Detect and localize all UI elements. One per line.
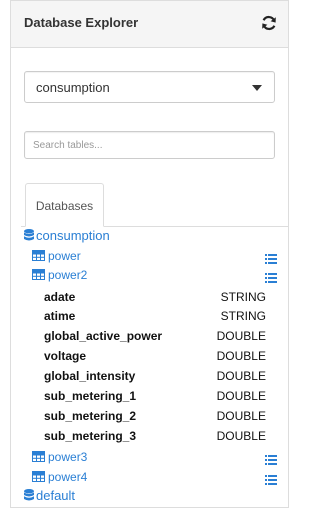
column-type: DOUBLE xyxy=(216,349,266,363)
tree-db-label: consumption xyxy=(36,228,110,243)
tree-table-label: power2 xyxy=(48,268,88,282)
table-icon xyxy=(32,248,45,266)
tree-db-consumption[interactable]: consumption xyxy=(24,227,110,245)
caret-down-icon xyxy=(252,85,262,91)
tree-table-label: power4 xyxy=(48,470,88,484)
database-select[interactable]: consumption xyxy=(24,71,275,103)
tree-column-row: global_intensity DOUBLE xyxy=(44,367,278,385)
refresh-icon[interactable] xyxy=(260,14,278,32)
table-icon xyxy=(32,469,45,487)
tree-table-power2[interactable]: power2 xyxy=(32,266,278,284)
tab-databases-label: Databases xyxy=(35,199,94,213)
list-icon[interactable] xyxy=(265,270,277,288)
column-type: DOUBLE xyxy=(216,429,266,443)
column-name: adate xyxy=(44,290,76,304)
table-icon xyxy=(32,267,45,285)
column-name: sub_metering_1 xyxy=(44,389,137,403)
column-type: DOUBLE xyxy=(216,369,266,383)
tree-column-row: global_active_power DOUBLE xyxy=(44,327,278,345)
database-icon xyxy=(24,229,34,247)
column-type: STRING xyxy=(220,290,266,304)
list-icon[interactable] xyxy=(265,472,277,490)
tree-column-row: atime STRING xyxy=(44,307,278,325)
column-name: global_active_power xyxy=(44,329,163,343)
column-type: STRING xyxy=(220,309,266,323)
column-name: global_intensity xyxy=(44,369,136,383)
tree-column-row: voltage DOUBLE xyxy=(44,347,278,365)
column-type: DOUBLE xyxy=(216,329,266,343)
tree-table-label: power xyxy=(48,249,81,263)
panel-heading: Database Explorer xyxy=(11,1,288,48)
table-icon xyxy=(32,449,45,467)
column-type: DOUBLE xyxy=(216,389,266,403)
search-tables-input[interactable] xyxy=(24,131,275,159)
tree-column-row: adate STRING xyxy=(44,288,278,306)
column-name: atime xyxy=(44,309,76,323)
column-name: sub_metering_2 xyxy=(44,409,137,423)
tree-column-row: sub_metering_3 DOUBLE xyxy=(44,427,278,445)
database-select-value: consumption xyxy=(36,80,110,95)
tree-column-row: sub_metering_2 DOUBLE xyxy=(44,407,278,425)
tree-table-power4[interactable]: power4 xyxy=(32,468,278,486)
tree-column-row: sub_metering_1 DOUBLE xyxy=(44,387,278,405)
tree-table-label: power3 xyxy=(48,450,88,464)
column-name: sub_metering_3 xyxy=(44,429,137,443)
tree-table-power3[interactable]: power3 xyxy=(32,448,278,466)
database-icon xyxy=(24,489,34,507)
panel-title: Database Explorer xyxy=(24,15,139,30)
column-type: DOUBLE xyxy=(216,409,266,423)
tree-table-power[interactable]: power xyxy=(32,247,278,265)
tree-db-default[interactable]: default xyxy=(24,487,75,505)
column-name: voltage xyxy=(44,349,87,363)
tab-databases[interactable]: Databases xyxy=(25,183,104,227)
tree-db-label: default xyxy=(36,488,76,503)
